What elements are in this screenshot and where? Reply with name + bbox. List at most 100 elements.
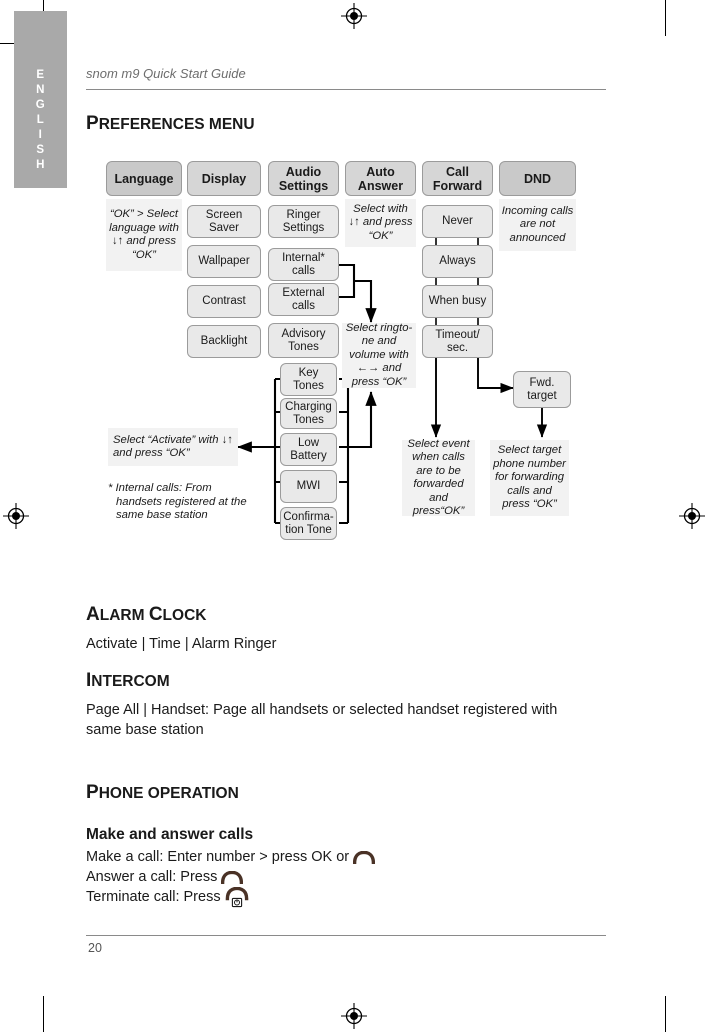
diagram-header-display[interactable]: Display: [187, 161, 261, 196]
terminate-call-line: Terminate call: Press: [86, 886, 606, 914]
diagram-node-fwd-target-label: Fwd. target: [527, 376, 557, 402]
diagram-footnote-marker: *: [108, 482, 113, 494]
language-tab-letter: L: [36, 114, 45, 126]
diagram-node-wallpaper-label: Wallpaper: [198, 255, 250, 267]
language-tab-letter: H: [36, 159, 45, 171]
diagram-note-ringtone-text: Select ringto-ne and volume with ←→ and …: [345, 321, 413, 388]
section-title-intercom: INTERCOM: [86, 670, 170, 692]
diagram-header-dnd-label: DND: [523, 171, 552, 186]
diagram-header-audio-settings-label: Audio Settings: [278, 164, 329, 193]
subsection-title-make-and-answer-calls: Make and answer calls: [86, 826, 254, 843]
phone-operation-title-cap: P: [86, 782, 99, 803]
diagram-node-charging-tones-label: Charging Tones: [285, 400, 332, 426]
crop-mark-bottom-right-vertical: [665, 996, 666, 1032]
crop-mark-bottom-left-vertical: [43, 996, 44, 1032]
language-tab-letter: G: [35, 99, 46, 111]
language-side-tab: E N G L I S H: [14, 11, 67, 188]
alarm-clock-title-cap-2: C: [148, 604, 163, 625]
terminate-call-label: Terminate call: Press: [86, 889, 221, 905]
diagram-header-auto-answer-label: Auto Answer: [357, 164, 404, 193]
diagram-note-forward-target: Select target phone number for forwardin…: [490, 440, 569, 516]
diagram-node-internal-calls-label: Internal* calls: [282, 251, 325, 277]
handset-power-icon: [225, 886, 249, 914]
diagram-node-timeout-sec[interactable]: Timeout/ sec.: [422, 325, 493, 358]
diagram-note-ringtone: Select ringto-ne and volume with ←→ and …: [342, 321, 416, 388]
registration-mark-left: [3, 503, 29, 529]
language-tab-letter: E: [36, 69, 45, 81]
diagram-header-dnd[interactable]: DND: [499, 161, 576, 196]
diagram-header-language[interactable]: Language: [106, 161, 182, 196]
diagram-note-auto-answer: Select with ↓↑ and press “OK”: [345, 199, 416, 247]
diagram-note-dnd-text: Incoming calls are not announced: [501, 204, 574, 244]
diagram-header-display-label: Display: [201, 171, 247, 186]
diagram-node-screen-saver-label: Screen Saver: [205, 208, 243, 234]
crop-mark-top-right-vertical: [665, 0, 666, 36]
intercom-title-rest: NTERCOM: [91, 673, 170, 690]
section-title-alarm-clock: ALARM CLOCK: [86, 604, 206, 626]
alarm-clock-title-cap-1: A: [86, 604, 100, 625]
diagram-node-screen-saver[interactable]: Screen Saver: [187, 205, 261, 238]
phone-operation-title-rest: HONE OPERATION: [98, 785, 239, 802]
diagram-note-forward-event: Select event when calls are to be forwar…: [402, 437, 475, 518]
alarm-clock-title-rest-1: LARM: [99, 607, 149, 624]
diagram-header-call-forward[interactable]: Call Forward: [422, 161, 493, 196]
diagram-node-always-label: Always: [439, 255, 476, 267]
language-tab-letter: N: [36, 84, 45, 96]
diagram-node-backlight[interactable]: Backlight: [187, 325, 261, 358]
diagram-footnote-line-2: handsets registered at the: [116, 495, 247, 508]
diagram-node-never-label: Never: [442, 215, 473, 227]
diagram-note-dnd: Incoming calls are not announced: [499, 199, 576, 251]
diagram-note-auto-answer-text: Select with ↓↑ and press “OK”: [348, 202, 413, 242]
diagram-node-timeout-sec-label: Timeout/ sec.: [435, 328, 480, 354]
diagram-node-ringer-settings[interactable]: Ringer Settings: [268, 205, 339, 238]
diagram-node-when-busy[interactable]: When busy: [422, 285, 493, 318]
language-tab-letter: S: [36, 144, 45, 156]
make-a-call-label: Make a call: Enter number > press OK or: [86, 849, 350, 865]
diagram-node-confirmation-tone-label: Confirma- tion Tone: [283, 510, 334, 536]
diagram-node-mwi[interactable]: MWI: [280, 470, 337, 503]
diagram-note-forward-target-text: Select target phone number for forwardin…: [493, 444, 566, 511]
diagram-footnote: * Internal calls: From handsets register…: [108, 482, 258, 523]
diagram-node-charging-tones[interactable]: Charging Tones: [280, 398, 337, 429]
diagram-note-activate-text: Select “Activate” with ↓↑ and press “OK”: [113, 433, 233, 460]
diagram-node-ringer-settings-label: Ringer Settings: [282, 208, 325, 234]
diagram-note-language: “OK” > Select language with ↓↑ and press…: [106, 199, 182, 271]
alarm-clock-body: Activate | Time | Alarm Ringer: [86, 636, 277, 652]
diagram-footnote-line-3: same base station: [116, 509, 208, 521]
diagram-node-external-calls-label: External calls: [282, 286, 325, 312]
diagram-node-wallpaper[interactable]: Wallpaper: [187, 245, 261, 278]
diagram-node-confirmation-tone[interactable]: Confirma- tion Tone: [280, 507, 337, 540]
registration-mark-right: [679, 503, 705, 529]
diagram-node-key-tones-label: Key Tones: [293, 366, 324, 392]
diagram-node-mwi-label: MWI: [296, 480, 321, 492]
diagram-note-forward-event-text: Select event when calls are to be forwar…: [407, 437, 470, 518]
diagram-header-call-forward-label: Call Forward: [432, 164, 483, 193]
diagram-node-contrast-label: Contrast: [202, 295, 246, 307]
diagram-node-never[interactable]: Never: [422, 205, 493, 238]
diagram-header-audio-settings[interactable]: Audio Settings: [268, 161, 339, 196]
diagram-note-activate: Select “Activate” with ↓↑ and press “OK”: [108, 428, 238, 466]
diagram-node-always[interactable]: Always: [422, 245, 493, 278]
diagram-node-external-calls[interactable]: External calls: [268, 283, 339, 316]
diagram-note-language-text: “OK” > Select language with ↓↑ and press…: [109, 208, 179, 261]
alarm-clock-title-rest-2: LOCK: [162, 607, 207, 624]
diagram-node-when-busy-label: When busy: [428, 295, 487, 307]
diagram-node-advisory-tones[interactable]: Advisory Tones: [268, 323, 339, 358]
diagram-node-key-tones[interactable]: Key Tones: [280, 363, 337, 396]
diagram-node-fwd-target[interactable]: Fwd. target: [513, 371, 571, 408]
intercom-body: Page All | Handset: Page all handsets or…: [86, 702, 558, 738]
diagram-node-low-battery-label: Low Battery: [290, 436, 327, 462]
diagram-footnote-line-1: Internal calls: From: [115, 482, 212, 494]
answer-a-call-label: Answer a call: Press: [86, 869, 218, 885]
diagram-header-language-label: Language: [114, 171, 174, 186]
diagram-node-advisory-tones-label: Advisory Tones: [281, 327, 326, 353]
page-number: 20: [88, 941, 102, 955]
footer-rule: [86, 935, 606, 936]
diagram-node-backlight-label: Backlight: [200, 335, 248, 347]
diagram-node-low-battery[interactable]: Low Battery: [280, 433, 337, 466]
section-title-phone-operation: PHONE OPERATION: [86, 782, 239, 804]
language-tab-letter: I: [38, 129, 43, 141]
diagram-node-contrast[interactable]: Contrast: [187, 285, 261, 318]
diagram-node-internal-calls[interactable]: Internal* calls: [268, 248, 339, 281]
diagram-header-auto-answer[interactable]: Auto Answer: [345, 161, 416, 196]
